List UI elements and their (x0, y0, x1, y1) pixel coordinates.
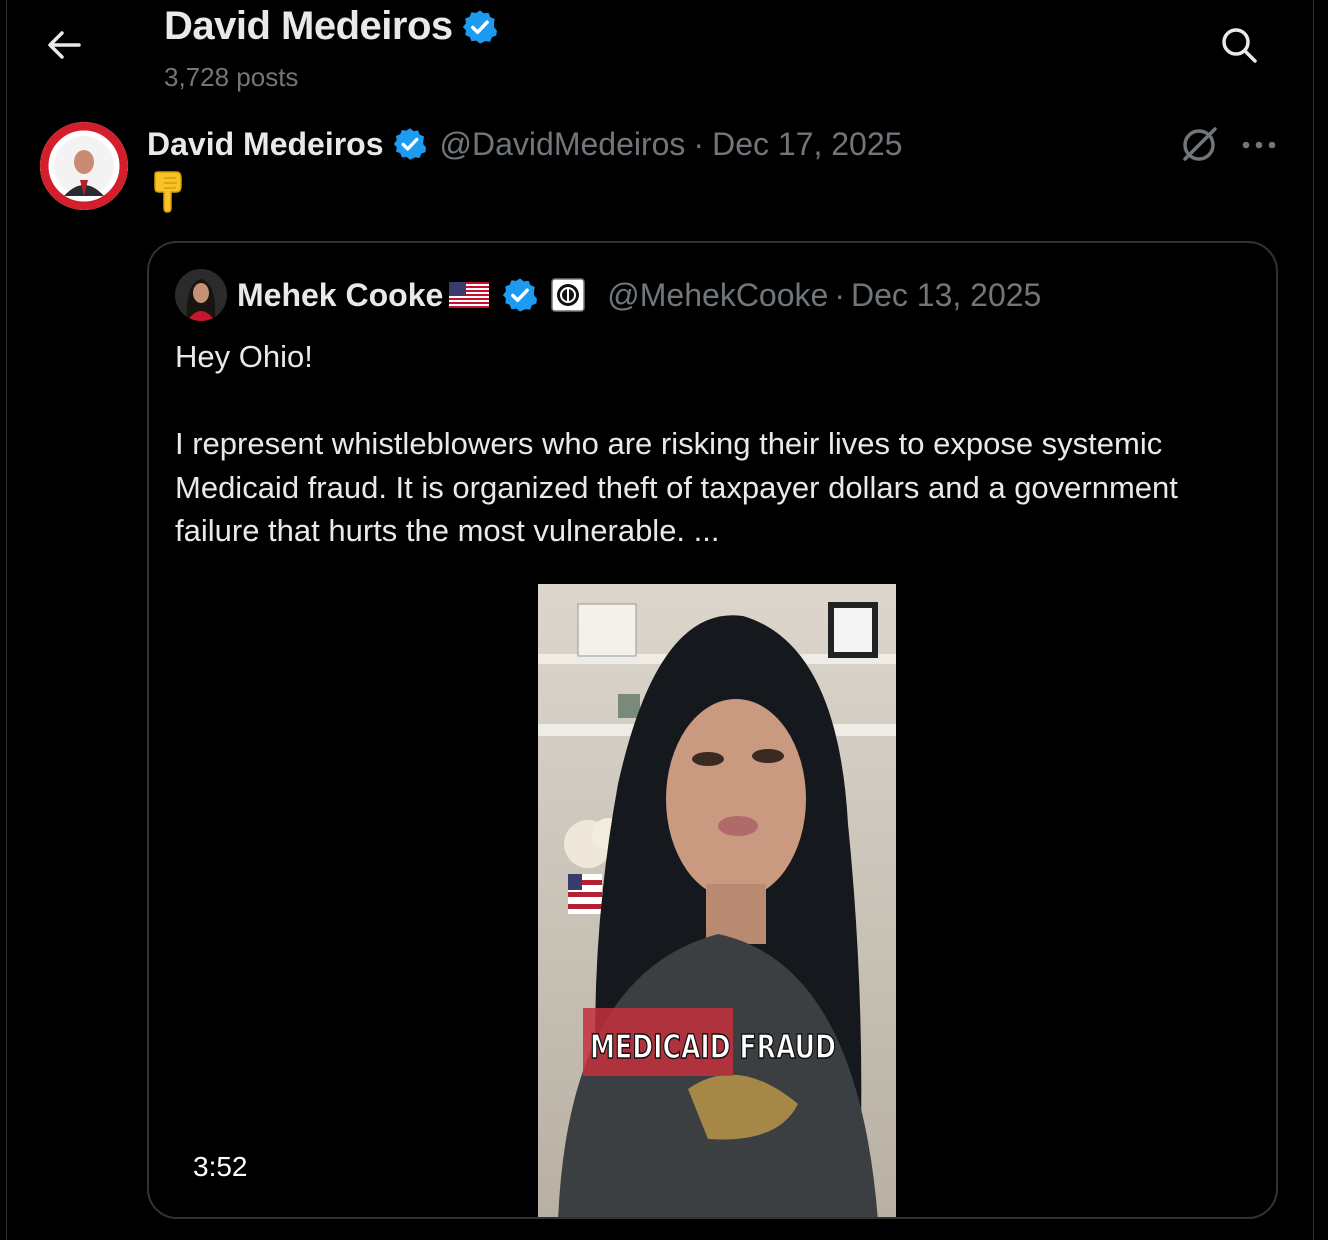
page-title: David Medeiros (164, 4, 499, 49)
author-handle[interactable]: @DavidMedeiros (440, 126, 686, 163)
video-duration: 3:52 (193, 1151, 248, 1182)
header-name: David Medeiros (164, 4, 453, 48)
quoted-tweet-card[interactable]: Mehek Cooke @MehekCooke · Dec 13, 2025 H… (147, 241, 1278, 1219)
us-flag-icon (449, 282, 490, 308)
verified-badge-icon (503, 278, 538, 312)
quoted-text-paragraph: I represent whistleblowers who are riski… (175, 426, 1178, 548)
pointing-down-hand-icon (154, 171, 182, 213)
quoted-author-handle[interactable]: @MehekCooke (607, 277, 828, 314)
profile-header: David Medeiros 3,728 posts (0, 0, 1328, 104)
search-icon (1222, 28, 1257, 63)
meta-separator: · (834, 276, 845, 313)
more-options-button[interactable] (1236, 122, 1282, 168)
search-button[interactable] (1210, 18, 1268, 72)
video-caption: MEDICAID FRAUD (590, 1027, 836, 1066)
avatar-image (175, 269, 227, 321)
author-name[interactable]: David Medeiros (147, 126, 384, 163)
grok-button[interactable] (1176, 122, 1222, 168)
affiliate-badge-icon (551, 278, 586, 312)
grok-icon (1183, 127, 1217, 161)
back-button[interactable] (36, 20, 92, 70)
author-avatar[interactable] (40, 122, 128, 210)
arrow-left-icon (48, 31, 81, 59)
quoted-author-name[interactable]: Mehek Cooke (237, 277, 443, 314)
avatar-image (40, 122, 128, 210)
verified-badge-icon (462, 9, 497, 44)
more-horizontal-icon (1242, 141, 1276, 149)
video-thumbnail: MEDICAID FRAUD (538, 584, 896, 1217)
quoted-tweet-text: Hey Ohio! I represent whistleblowers who… (175, 335, 1255, 553)
quoted-tweet-date[interactable]: Dec 13, 2025 (851, 277, 1041, 314)
posts-count: 3,728 posts (164, 62, 299, 92)
quoted-text-line: Hey Ohio! (175, 339, 313, 374)
meta-separator: · (693, 125, 705, 162)
verified-badge-icon (393, 128, 426, 160)
tweet-header: David Medeiros @DavidMedeiros · Dec 17, … (147, 122, 902, 166)
tweet-body (150, 170, 186, 214)
video-player[interactable]: MEDICAID FRAUD (538, 584, 896, 1217)
tweet-date[interactable]: Dec 17, 2025 (712, 126, 902, 163)
quoted-tweet-header: Mehek Cooke @MehekCooke · Dec 13, 2025 (237, 273, 1041, 317)
quoted-author-avatar[interactable] (175, 269, 227, 321)
